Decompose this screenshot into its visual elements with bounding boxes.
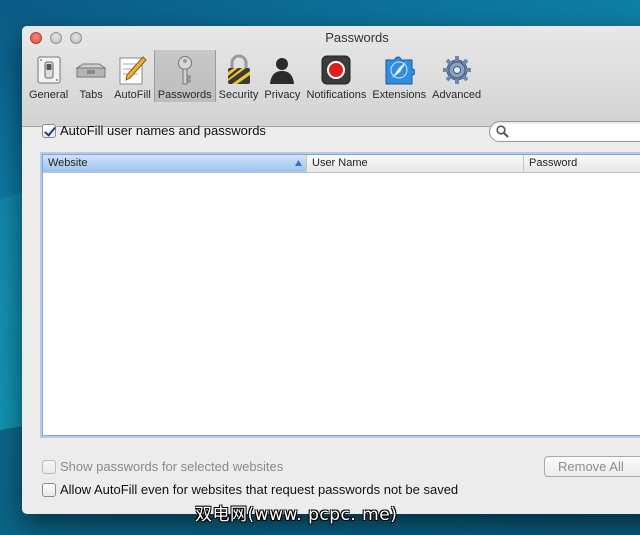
allow-autofill-option: Allow AutoFill even for websites that re… bbox=[42, 482, 458, 497]
preferences-toolbar: General Tabs AutoFill Passwords Security… bbox=[26, 50, 484, 102]
gear-icon bbox=[442, 56, 471, 84]
silhouette-icon bbox=[270, 58, 295, 84]
titlebar: Passwords General Tabs AutoFill Password… bbox=[22, 26, 640, 127]
show-passwords-option: Show passwords for selected websites bbox=[42, 459, 283, 474]
puzzle-compass-icon bbox=[385, 56, 416, 85]
toolbar-item-general[interactable]: General bbox=[26, 50, 71, 102]
toolbar-item-privacy[interactable]: Privacy bbox=[261, 50, 303, 102]
show-passwords-label: Show passwords for selected websites bbox=[60, 459, 284, 474]
column-header-password[interactable]: Password bbox=[524, 155, 640, 172]
sort-ascending-icon bbox=[295, 160, 302, 166]
toolbar-item-passwords[interactable]: Passwords bbox=[153, 50, 216, 102]
key-icon bbox=[177, 56, 192, 85]
toolbar-item-advanced[interactable]: Advanced bbox=[429, 50, 484, 102]
search-field[interactable] bbox=[489, 121, 640, 142]
toolbar-item-security[interactable]: Security bbox=[216, 50, 262, 102]
allow-autofill-label: Allow AutoFill even for websites that re… bbox=[60, 482, 459, 497]
preferences-window: Passwords General Tabs AutoFill Password… bbox=[22, 26, 640, 514]
table-header: Website User Name Password bbox=[43, 155, 640, 173]
tabs-icon bbox=[75, 63, 107, 78]
notification-icon bbox=[321, 55, 351, 85]
column-header-username[interactable]: User Name bbox=[307, 155, 524, 172]
toolbar-item-autofill[interactable]: AutoFill bbox=[111, 50, 154, 102]
padlock-icon bbox=[227, 54, 250, 84]
toolbar-item-notifications[interactable]: Notifications bbox=[303, 50, 369, 102]
watermark-text: 双电网(www. pcpc. me) bbox=[195, 505, 398, 525]
autofill-label: AutoFill user names and passwords bbox=[60, 123, 266, 138]
search-input[interactable] bbox=[512, 124, 640, 140]
autofill-pencil-icon bbox=[119, 56, 148, 85]
autofill-checkbox[interactable] bbox=[42, 123, 56, 138]
passwords-table[interactable]: Website User Name Password bbox=[42, 154, 640, 436]
remove-all-button[interactable]: Remove All bbox=[544, 456, 640, 477]
show-passwords-checkbox[interactable] bbox=[42, 459, 56, 474]
toolbar-item-tabs[interactable]: Tabs bbox=[71, 50, 111, 102]
allow-autofill-checkbox[interactable] bbox=[42, 482, 56, 497]
window-title: Passwords bbox=[325, 30, 389, 45]
general-switch-icon bbox=[37, 56, 61, 84]
autofill-option: AutoFill user names and passwords bbox=[42, 123, 266, 138]
toolbar-item-extensions[interactable]: Extensions bbox=[369, 50, 429, 102]
column-header-website[interactable]: Website bbox=[43, 155, 307, 172]
search-icon bbox=[496, 125, 509, 138]
